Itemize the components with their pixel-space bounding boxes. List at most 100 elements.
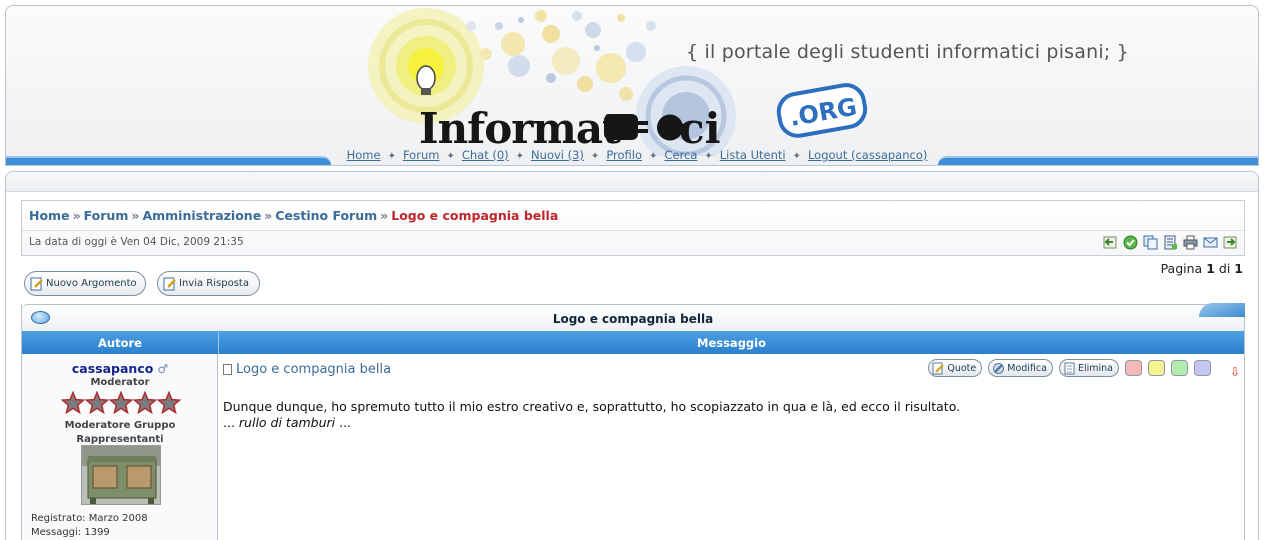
current-date: La data di oggi è Ven 04 Dic, 2009 21:35: [29, 236, 244, 248]
edit-button[interactable]: Modifica: [988, 359, 1053, 377]
breadcrumb-cestino-forum[interactable]: Cestino Forum: [275, 208, 377, 223]
topic-title-bar: Logo e compagnia bella: [22, 303, 1245, 331]
edit-label: Modifica: [1007, 362, 1047, 374]
author-group: Moderatore Gruppo Rappresentanti: [22, 419, 218, 447]
copy-icon[interactable]: [1142, 234, 1158, 250]
post-body-italic: rullo di tamburi: [238, 415, 336, 430]
breadcrumb: Home» Forum» Amministrazione» Cestino Forum…: [29, 208, 558, 223]
quote-label: Quote: [947, 362, 977, 374]
post-body-line1: Dunque dunque, ho spremuto tutto il mio …: [223, 399, 961, 414]
breadcrumb-current: Logo e compagnia bella: [391, 208, 559, 223]
check-icon[interactable]: [1122, 234, 1138, 250]
nav-separator: ✦: [704, 151, 713, 162]
rank-stars: [61, 391, 181, 415]
column-header-message: Messaggio: [697, 336, 766, 350]
author-group-line1: Moderatore Gruppo: [64, 420, 176, 431]
color-blue-button[interactable]: [1194, 360, 1211, 376]
main-nav: Home ✦ Forum ✦ Chat (0) ✦ Nuovi (3) ✦ Profilo ✦ Ce…: [6, 147, 1258, 165]
new-topic-label: Nuovo Argomento: [46, 278, 137, 289]
pagination-total: 1: [1234, 261, 1243, 276]
breadcrumb-separator: »: [264, 208, 273, 223]
nav-profile[interactable]: Profilo: [606, 148, 642, 162]
author-panel: cassapanco ♂ Moderator Moderatore Gruppo …: [22, 354, 218, 540]
quote-button[interactable]: Quote: [928, 359, 983, 377]
back-icon[interactable]: [1102, 234, 1118, 250]
pagination-of: di: [1218, 261, 1231, 276]
new-topic-icon: [30, 277, 43, 290]
author-name: cassapanco ♂: [22, 361, 218, 376]
quote-icon: [932, 362, 945, 374]
post-actions: Quote Modifica Elimina: [928, 359, 1211, 377]
site-header: Informat ci .ORG { il portale degli stud…: [5, 5, 1259, 166]
avatar-image: [82, 446, 160, 504]
breadcrumb-home[interactable]: Home: [29, 208, 70, 223]
nav-search[interactable]: Cerca: [664, 148, 697, 162]
main-top-strip: [6, 172, 1258, 192]
nav-links: Home ✦ Forum ✦ Chat (0) ✦ Nuovi (3) ✦ Profilo ✦ Ce…: [324, 148, 950, 162]
title-bar-corner: [1199, 303, 1245, 317]
pagination-prefix: Pagina: [1160, 261, 1203, 276]
nav-separator: ✦: [446, 151, 455, 162]
post-body: Dunque dunque, ho spremuto tutto il mio …: [223, 399, 960, 431]
rank-star-icon: [85, 391, 109, 415]
nav-separator: ✦: [387, 151, 396, 162]
svg-text:ci: ci: [679, 104, 721, 153]
move-icon[interactable]: [1162, 234, 1178, 250]
post-table: Logo e compagnia bella Autore Messaggio …: [21, 303, 1245, 540]
author-role: Moderator: [90, 377, 150, 388]
nav-separator: ✦: [590, 151, 600, 162]
color-red-button[interactable]: [1125, 360, 1142, 376]
delete-button[interactable]: Elimina: [1058, 359, 1119, 377]
post-title[interactable]: Logo e compagnia bella: [236, 362, 391, 377]
reply-button[interactable]: Invia Risposta: [157, 271, 260, 296]
nav-chat[interactable]: Chat (0): [462, 148, 509, 162]
nav-home[interactable]: Home: [347, 148, 381, 162]
print-icon[interactable]: [1182, 234, 1198, 250]
rank-star-icon: [109, 391, 133, 415]
breadcrumb-separator: »: [131, 208, 140, 223]
topic-title: Logo e compagnia bella: [552, 312, 714, 326]
post-document-icon: [223, 364, 232, 375]
reply-icon: [163, 277, 176, 290]
breadcrumb-separator: »: [380, 208, 389, 223]
edit-icon: [993, 362, 1005, 374]
nav-bar-left: [6, 156, 331, 165]
post-title-line: Logo e compagnia bella: [223, 362, 391, 377]
rank-star-icon: [157, 391, 181, 415]
color-yellow-button[interactable]: [1148, 360, 1165, 376]
arrow-down-icon[interactable]: ⇩: [1230, 365, 1240, 379]
breadcrumb-box: Home» Forum» Amministrazione» Cestino Forum…: [21, 200, 1245, 256]
author-stats: Registrato: Marzo 2008 Messaggi: 1399: [31, 512, 148, 540]
author-name-link[interactable]: cassapanco: [72, 361, 153, 376]
breadcrumb-amministrazione[interactable]: Amministrazione: [142, 208, 261, 223]
post-body-line2: ... rullo di tamburi ...: [223, 415, 960, 431]
site-tagline: { il portale degli studenti informatici …: [686, 41, 1129, 63]
breadcrumb-separator: »: [72, 208, 81, 223]
author-registered: Registrato: Marzo 2008: [31, 513, 148, 524]
message-panel: Logo e compagnia bella Quote Modifica El…: [219, 354, 1244, 540]
logo-graphic: Informat ci .ORG: [368, 8, 868, 165]
nav-new[interactable]: Nuovi (3): [531, 148, 584, 162]
pagination: Pagina 1 di 1: [1161, 261, 1243, 276]
avatar: [81, 445, 161, 505]
email-icon[interactable]: [1202, 234, 1218, 250]
new-topic-button[interactable]: Nuovo Argomento: [24, 271, 146, 296]
breadcrumb-forum[interactable]: Forum: [84, 208, 129, 223]
delete-icon: [1064, 362, 1075, 374]
color-green-button[interactable]: [1171, 360, 1188, 376]
site-logo[interactable]: Informat ci .ORG: [361, 6, 881, 165]
rank-star-icon: [133, 391, 157, 415]
reply-label: Invia Risposta: [179, 278, 249, 289]
nav-separator: ✦: [515, 151, 525, 162]
nav-forum[interactable]: Forum: [403, 148, 439, 162]
topic-toolbar: [1102, 234, 1238, 252]
nav-logout[interactable]: Logout (cassapanco): [808, 148, 927, 162]
post-body-ellipsis-end: ...: [339, 415, 352, 430]
next-icon[interactable]: [1222, 234, 1238, 250]
male-gender-icon: ♂: [157, 362, 169, 376]
nav-separator: ✦: [649, 151, 658, 162]
main-content: Home» Forum» Amministrazione» Cestino Forum…: [5, 171, 1259, 540]
divider: [22, 230, 1244, 231]
post-body-ellipsis-start: ...: [223, 415, 235, 430]
nav-user-list[interactable]: Lista Utenti: [720, 148, 786, 162]
